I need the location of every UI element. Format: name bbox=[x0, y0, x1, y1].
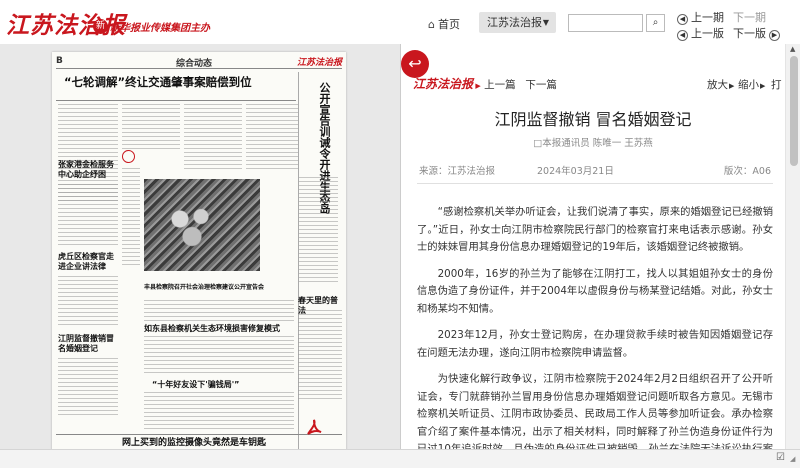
edition-select-value: 江苏法治报 bbox=[487, 16, 542, 29]
prev-issue-label: 上一期 bbox=[691, 11, 724, 24]
page-headline-link[interactable]: “七轮调解”终让交通肇事案赔偿到位 bbox=[64, 74, 252, 90]
text-column bbox=[298, 177, 338, 285]
home-icon: ⌂ bbox=[428, 18, 435, 31]
chevron-right-icon: ▶ bbox=[769, 30, 780, 41]
print-label: 打 bbox=[771, 79, 782, 91]
page-subhead-link[interactable]: 张家港金检服务中心助企纾困 bbox=[58, 160, 118, 180]
text-column bbox=[144, 392, 294, 432]
group-logo-icon: 新 bbox=[93, 19, 108, 34]
search-input[interactable] bbox=[568, 14, 643, 32]
text-column bbox=[58, 276, 118, 328]
article-paragraph: 2000年，16岁的孙兰为了能够在江阴打工，找人以其姐姐孙女士的身份信息伪造了身… bbox=[417, 267, 773, 315]
zoom-out-label: 缩小 bbox=[738, 79, 759, 91]
resize-grip-icon[interactable]: ◢ bbox=[790, 455, 795, 463]
home-label: 首页 bbox=[437, 18, 460, 31]
back-arrow-icon: ↩ bbox=[408, 54, 422, 73]
page-subhead-link[interactable]: 网上买到的监控摄像头竟然是车钥匙 bbox=[122, 438, 342, 448]
article-edition: 版次：A06 bbox=[723, 166, 771, 177]
article-toolbar: 江苏法治报 ▶ 上一篇 下一篇 放大▶ 缩小▶ 打 bbox=[401, 72, 785, 94]
article-pane: ↩ 江苏法治报 ▶ 上一篇 下一篇 放大▶ 缩小▶ 打 江阴监督撤销 冒名婚姻登… bbox=[400, 44, 800, 462]
next-page-link[interactable]: 下一版 ▶ bbox=[733, 25, 780, 41]
text-column bbox=[58, 358, 118, 416]
zoom-in-button[interactable]: 放大▶ bbox=[707, 77, 734, 92]
scrollbar-thumb[interactable] bbox=[790, 56, 798, 166]
text-column bbox=[298, 310, 342, 402]
home-link[interactable]: ⌂ 首页 bbox=[428, 16, 460, 32]
prev-article-link[interactable]: ▶ 上一篇 bbox=[466, 77, 516, 92]
page-subhead-link[interactable]: 江阴监督撤销冒名婚姻登记 bbox=[58, 334, 118, 354]
next-page-label: 下一版 bbox=[733, 27, 766, 40]
article-paragraph: 2023年12月，孙女士登记购房，在办理贷款手续时被告知因婚姻登记存在问题无法办… bbox=[417, 329, 773, 359]
article-title: 江阴监督撤销 冒名婚姻登记 bbox=[494, 110, 692, 129]
prev-page-link[interactable]: ◀ 上一版 bbox=[677, 25, 724, 41]
text-column bbox=[246, 104, 298, 172]
text-column bbox=[144, 336, 294, 376]
emblem-icon bbox=[122, 150, 135, 163]
page-subhead-link[interactable]: 丰县检察院召开社会治理检察建议公开宣告会 bbox=[144, 284, 294, 292]
chevron-down-icon: ▼ bbox=[542, 18, 549, 27]
article-paragraph: “感谢检察机关举办听证会，让我们说清了事实，原来的婚姻登记已经撤销了。”近日，孙… bbox=[417, 206, 773, 253]
article-meta: 来源：江苏法治报 2024年03月21日 版次：A06 bbox=[417, 160, 773, 184]
chevron-left-icon: ▶ bbox=[475, 82, 481, 90]
page-subhead-link[interactable]: 如东县检察机关生态环境损害修复模式 bbox=[144, 324, 294, 334]
next-article-label: 下一篇 bbox=[525, 79, 557, 91]
chevron-left-icon: ◀ bbox=[677, 14, 688, 25]
zoom-in-label: 放大 bbox=[707, 79, 728, 91]
article-body: “感谢检察机关举办听证会，让我们说清了事实，原来的婚姻登记已经撤销了。”近日，孙… bbox=[417, 204, 773, 462]
next-article-link[interactable]: 下一篇 bbox=[516, 77, 557, 92]
article-scrollbar[interactable]: ▲ ▼ bbox=[785, 44, 800, 462]
site-masthead-logo[interactable]: 江苏法治报 bbox=[6, 6, 126, 40]
text-column bbox=[58, 184, 118, 246]
top-header: 江苏法治报 新 新华报业传媒集团主办 ⌂ 首页 江苏法治报 ▼ ⌕ ◀ 上一期 下一… bbox=[0, 0, 800, 43]
prev-issue-link[interactable]: ◀ 上一期 bbox=[677, 9, 724, 25]
newspaper-page-header: B 综合动态 江苏法治报 bbox=[56, 55, 342, 69]
text-column bbox=[184, 104, 242, 172]
article-byline: □本报通讯员 陈唯一 王苏燕 bbox=[533, 138, 653, 149]
newspaper-page-pane: B 综合动态 江苏法治报 “七轮调解”终让交通肇事案赔偿到位 公开宣告训诫令开进… bbox=[0, 44, 400, 462]
scroll-up-icon[interactable]: ▲ bbox=[790, 45, 795, 53]
search-icon: ⌕ bbox=[652, 17, 659, 28]
page-section-name: 综合动态 bbox=[176, 59, 213, 69]
edition-select[interactable]: 江苏法治报 ▼ bbox=[479, 12, 556, 33]
divider bbox=[56, 434, 342, 435]
page-letter: B bbox=[56, 56, 63, 66]
print-button[interactable]: 打 bbox=[771, 77, 782, 92]
app-window: 江苏法治报 新 新华报业传媒集团主办 ⌂ 首页 江苏法治报 ▼ ⌕ ◀ 上一期 下一… bbox=[0, 0, 800, 468]
pdf-download-icon[interactable] bbox=[305, 418, 323, 439]
text-column bbox=[122, 168, 140, 268]
chevron-right-icon: ▶ bbox=[729, 82, 735, 90]
search-button[interactable]: ⌕ bbox=[646, 14, 665, 32]
check-icon[interactable]: ☑ bbox=[776, 452, 785, 463]
page-subhead-link[interactable]: 虎丘区检察官走进企业讲法律 bbox=[58, 252, 118, 272]
newspaper-page-image[interactable]: B 综合动态 江苏法治报 “七轮调解”终让交通肇事案赔偿到位 公开宣告训诫令开进… bbox=[52, 52, 346, 462]
article-source: 来源：江苏法治报 bbox=[419, 166, 496, 177]
next-issue-link[interactable]: 下一期 bbox=[733, 9, 766, 25]
chevron-right-icon: ▶ bbox=[760, 82, 766, 90]
next-issue-label: 下一期 bbox=[733, 11, 766, 24]
page-masthead: 江苏法治报 bbox=[296, 58, 342, 68]
article-masthead: 江苏法治报 bbox=[413, 77, 474, 91]
text-column bbox=[144, 300, 294, 322]
page-subhead-link[interactable]: “十年好友设下'骗钱局'” bbox=[152, 380, 292, 390]
chevron-left-icon: ◀ bbox=[677, 30, 688, 41]
divider bbox=[56, 100, 296, 101]
group-name-label: 新华报业传媒集团主办 bbox=[110, 23, 210, 34]
news-photo[interactable] bbox=[144, 179, 260, 271]
status-bar: ☑ ◢ bbox=[0, 449, 800, 468]
article-date: 2024年03月21日 bbox=[537, 166, 614, 177]
prev-article-label: 上一篇 bbox=[484, 79, 516, 91]
prev-page-label: 上一版 bbox=[691, 27, 724, 40]
text-column bbox=[122, 104, 180, 150]
zoom-out-button[interactable]: 缩小▶ bbox=[738, 77, 765, 92]
